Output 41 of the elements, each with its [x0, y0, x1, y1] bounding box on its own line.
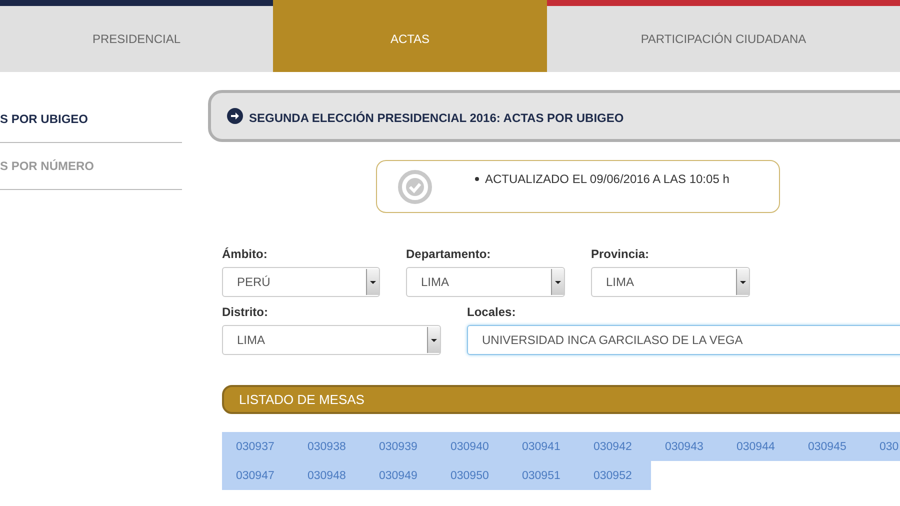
table-link[interactable]: 030948 — [294, 461, 365, 490]
panel-title: SEGUNDA ELECCIÓN PRESIDENCIAL 2016: ACTAS POR UBIGEO — [249, 111, 624, 125]
dropdown[interactable]: LIMA — [222, 325, 441, 355]
nav-tab[interactable]: PARTICIPACIÓN CIUDADANA — [547, 6, 900, 72]
table-link[interactable]: 030939 — [365, 432, 436, 461]
table-link[interactable]: 030950 — [436, 461, 508, 490]
list-title: LISTADO DE MESAS — [238, 392, 364, 407]
sidebar-item[interactable]: S POR NÚMERO — [0, 143, 182, 190]
dropdown[interactable]: LIMA — [591, 267, 750, 297]
sidebar-item[interactable]: S POR UBIGEO — [0, 96, 182, 143]
dropdown[interactable]: LIMA — [406, 267, 565, 297]
caret-icon — [370, 280, 376, 284]
nav-tab[interactable]: PRESIDENCIAL — [0, 6, 273, 72]
field-label: Locales: — [467, 305, 517, 321]
check-icon — [397, 169, 433, 205]
field-label: Distrito: — [222, 305, 269, 321]
field-label: Departamento: — [406, 247, 492, 263]
table-link[interactable]: 030951 — [508, 461, 580, 490]
table-link[interactable]: 030938 — [294, 432, 365, 461]
field-label: Provincia: — [591, 247, 650, 263]
caret-icon — [431, 338, 437, 342]
nav-tab[interactable]: ACTAS — [273, 6, 547, 72]
bullet-icon — [475, 177, 479, 181]
table-link[interactable]: 030942 — [580, 432, 651, 461]
caret-icon — [740, 280, 746, 284]
table-link[interactable]: 030940 — [436, 432, 508, 461]
caret-icon — [555, 280, 561, 284]
table-link[interactable]: 030944 — [722, 432, 794, 461]
table-link[interactable]: 030941 — [508, 432, 580, 461]
table-link[interactable]: 030 — [866, 432, 900, 461]
input-field[interactable]: UNIVERSIDAD INCA GARCILASO DE LA VEGA — [467, 325, 900, 355]
table-link[interactable]: 030949 — [365, 461, 436, 490]
arrow-right-icon — [227, 108, 243, 124]
table-link[interactable]: 030943 — [651, 432, 722, 461]
table-link[interactable]: 030945 — [794, 432, 866, 461]
table-link[interactable]: 030952 — [580, 461, 651, 490]
field-label: Ámbito: — [222, 247, 268, 263]
update-text: ACTUALIZADO EL 09/06/2016 A LAS 10:05 h — [485, 172, 730, 186]
table-link[interactable]: 030937 — [222, 432, 294, 461]
table-link[interactable]: 030947 — [222, 461, 294, 490]
dropdown[interactable]: PERÚ — [222, 267, 380, 297]
